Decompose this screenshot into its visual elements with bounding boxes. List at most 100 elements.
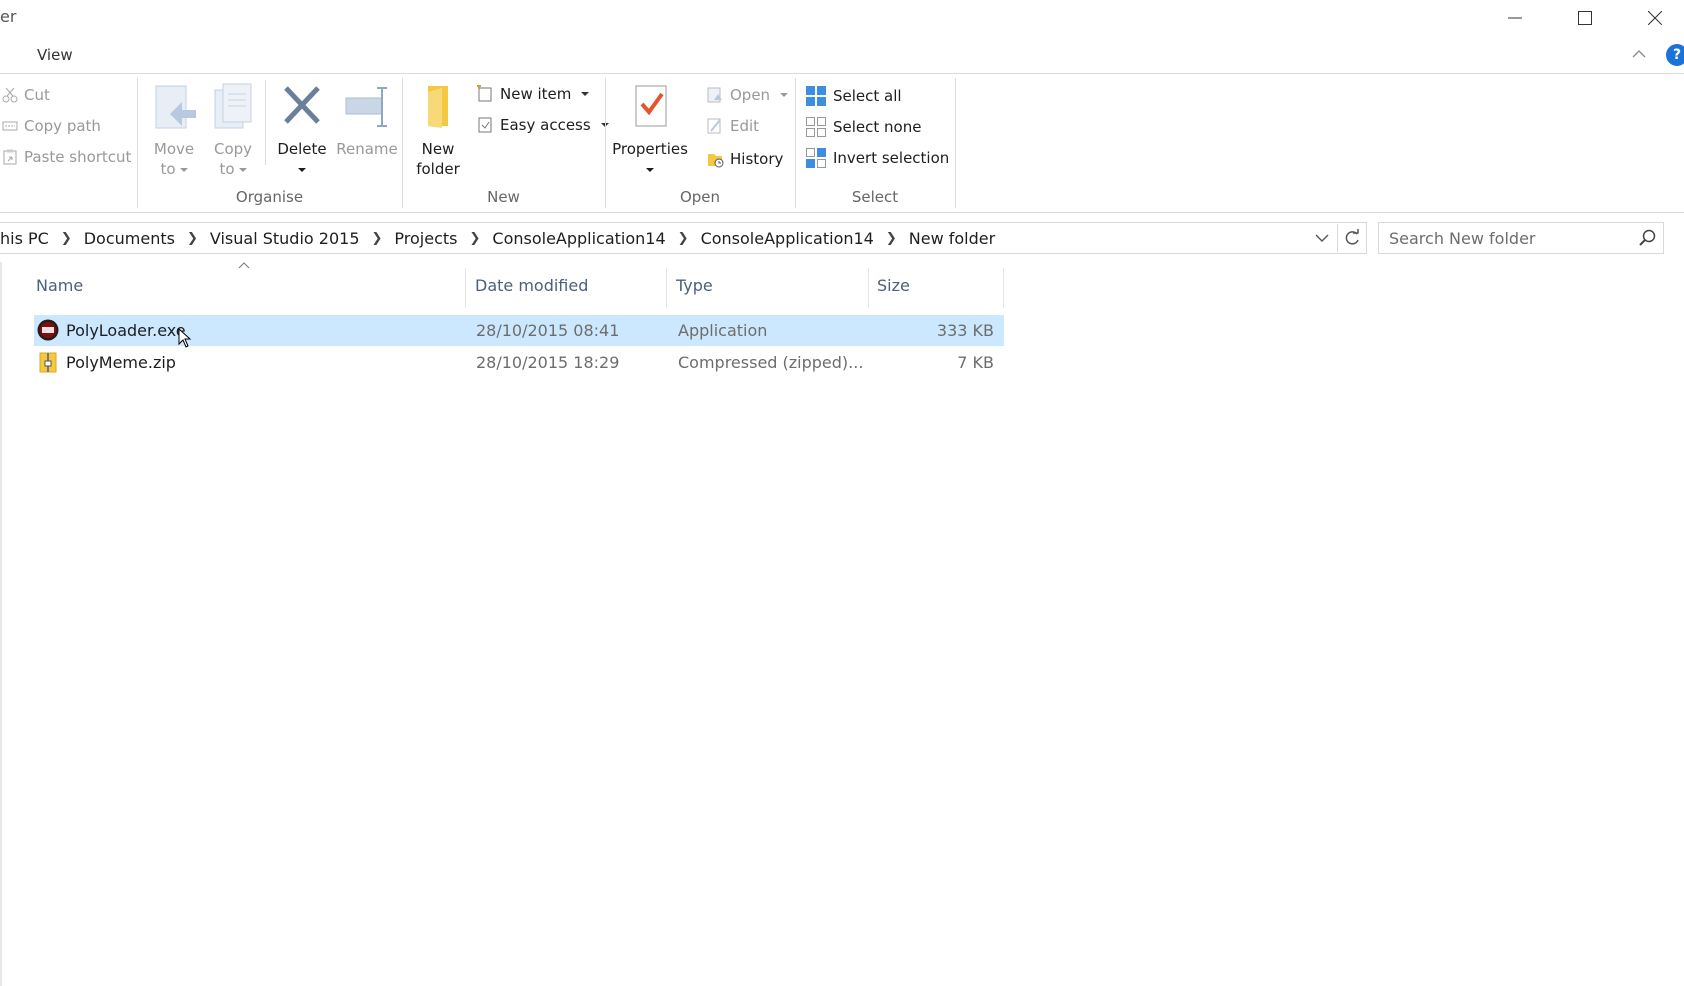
delete-x-icon: [284, 86, 320, 124]
cut-button[interactable]: Cut: [2, 86, 50, 104]
separator: [265, 80, 266, 165]
search-box[interactable]: [1378, 222, 1664, 254]
invert-selection-button[interactable]: Invert selection: [805, 147, 949, 169]
easy-access-button[interactable]: Easy access: [476, 116, 609, 134]
breadcrumb-item[interactable]: Documents: [84, 229, 175, 248]
dropdown-caret-icon: [780, 93, 789, 97]
copy-to-label-2: to: [219, 160, 235, 178]
easy-access-icon: [478, 117, 492, 133]
rename-label: Rename: [336, 140, 398, 158]
new-folder-label-1: New: [421, 140, 455, 158]
new-item-label: New item: [500, 85, 572, 103]
copy-path-button[interactable]: Copy path: [2, 117, 101, 135]
rename-button[interactable]: Rename: [336, 82, 398, 159]
column-header-date[interactable]: Date modified: [475, 276, 588, 295]
open-icon: [707, 87, 722, 103]
file-size: 7 KB: [957, 353, 994, 372]
breadcrumb-item-current[interactable]: New folder: [909, 229, 995, 248]
group-label-organise: Organise: [235, 188, 304, 206]
breadcrumb: his PC ❯ Documents ❯ Visual Studio 2015 …: [0, 229, 995, 248]
copy-to-label-1: Copy: [213, 140, 253, 158]
select-none-button[interactable]: Select none: [805, 116, 921, 138]
maximize-icon: [1578, 11, 1592, 25]
chevron-right-icon[interactable]: ❯: [678, 231, 689, 246]
column-header-size[interactable]: Size: [877, 276, 910, 295]
edit-label: Edit: [730, 117, 760, 135]
dropdown-caret-icon: [179, 167, 188, 172]
delete-label: Delete: [277, 140, 327, 158]
move-to-button[interactable]: Move to: [146, 82, 202, 179]
chevron-right-icon[interactable]: ❯: [886, 231, 897, 246]
file-name[interactable]: PolyMeme.zip: [66, 353, 176, 372]
group-label-open: Open: [679, 188, 721, 206]
select-none-icon: [806, 117, 826, 137]
invert-selection-icon: [806, 148, 826, 168]
breadcrumb-item[interactable]: ConsoleApplication14: [492, 229, 665, 248]
easy-access-label: Easy access: [500, 116, 591, 134]
file-size: 333 KB: [936, 321, 994, 340]
open-button[interactable]: Open: [706, 86, 789, 104]
history-button[interactable]: History: [706, 150, 783, 168]
column-header-type[interactable]: Type: [676, 276, 713, 295]
file-name[interactable]: PolyLoader.exe: [66, 321, 186, 340]
column-divider[interactable]: [868, 268, 869, 308]
search-icon[interactable]: [1639, 229, 1657, 247]
edit-button[interactable]: Edit: [706, 117, 759, 135]
minimize-button[interactable]: [1480, 0, 1550, 36]
column-divider[interactable]: [666, 268, 667, 308]
dropdown-caret-icon: [581, 92, 590, 96]
search-input[interactable]: [1387, 228, 1621, 249]
copy-path-label: Copy path: [24, 117, 101, 135]
dropdown-caret-icon: [646, 167, 654, 172]
file-row[interactable]: PolyMeme.zip 28/10/2015 18:29 Compressed…: [34, 347, 1004, 378]
close-icon: [1648, 11, 1662, 25]
minimize-icon: [1508, 17, 1522, 19]
help-icon[interactable]: ?: [1666, 44, 1684, 66]
column-divider[interactable]: [465, 268, 466, 308]
refresh-icon: [1345, 229, 1359, 245]
mouse-cursor-icon: [178, 328, 192, 348]
column-divider[interactable]: [1003, 268, 1004, 308]
move-to-label-2: to: [160, 160, 176, 178]
dropdown-caret-icon: [298, 167, 306, 172]
breadcrumb-item[interactable]: ConsoleApplication14: [701, 229, 874, 248]
breadcrumb-item[interactable]: Visual Studio 2015: [210, 229, 360, 248]
collapse-ribbon-button[interactable]: [1627, 42, 1651, 66]
history-label: History: [730, 150, 784, 168]
group-separator: [955, 78, 956, 208]
select-all-label: Select all: [833, 87, 902, 105]
address-history-button[interactable]: [1310, 224, 1334, 252]
copy-to-button[interactable]: Copy to: [205, 82, 261, 179]
chevron-right-icon[interactable]: ❯: [469, 231, 480, 246]
select-none-label: Select none: [833, 118, 922, 136]
file-type: Compressed (zipped)...: [678, 353, 864, 372]
maximize-button[interactable]: [1550, 0, 1620, 36]
chevron-right-icon[interactable]: ❯: [61, 231, 72, 246]
history-icon: [708, 154, 724, 168]
dropdown-caret-icon: [238, 167, 247, 172]
group-label-new: New: [487, 188, 520, 206]
breadcrumb-item[interactable]: his PC: [0, 229, 49, 248]
select-all-button[interactable]: Select all: [805, 85, 902, 107]
file-date: 28/10/2015 18:29: [476, 353, 620, 372]
properties-label: Properties: [612, 140, 688, 158]
chevron-down-icon: [1315, 234, 1329, 242]
new-folder-button[interactable]: New folder: [410, 82, 466, 179]
zip-folder-icon: [39, 352, 57, 373]
new-folder-icon: [428, 86, 448, 128]
chevron-right-icon[interactable]: ❯: [187, 231, 198, 246]
close-button[interactable]: [1620, 0, 1684, 36]
properties-icon: [635, 85, 667, 127]
new-item-button[interactable]: New item: [476, 85, 590, 103]
column-header-name[interactable]: Name: [36, 276, 83, 295]
tab-view[interactable]: View: [37, 46, 73, 64]
properties-button[interactable]: Properties: [612, 82, 688, 179]
delete-button[interactable]: Delete: [272, 82, 332, 179]
refresh-button[interactable]: [1337, 224, 1366, 252]
chevron-right-icon[interactable]: ❯: [372, 231, 383, 246]
invert-selection-label: Invert selection: [833, 149, 950, 167]
breadcrumb-item[interactable]: Projects: [394, 229, 457, 248]
paste-shortcut-button[interactable]: Paste shortcut: [2, 148, 131, 166]
file-date: 28/10/2015 08:41: [476, 321, 620, 340]
rename-icon: [345, 87, 387, 127]
